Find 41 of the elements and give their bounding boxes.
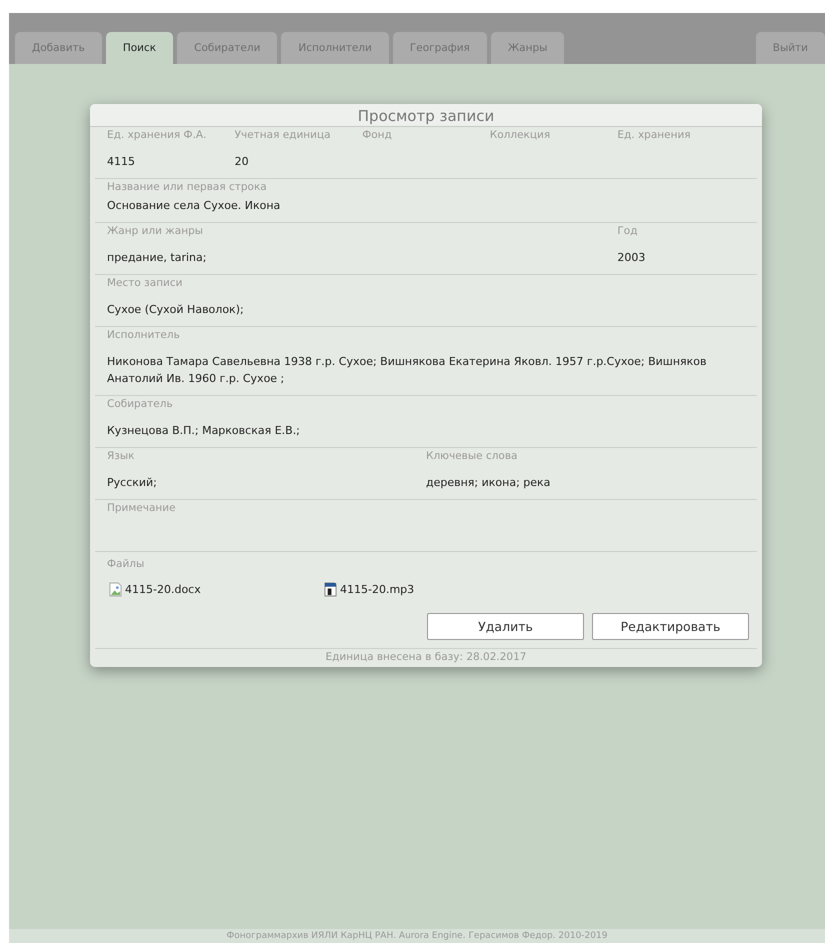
- field-value: Основание села Сухое. Икона: [107, 198, 282, 214]
- file-link[interactable]: 4115-20.mp3: [340, 583, 414, 596]
- field-value: Русский;: [107, 475, 158, 491]
- dialog-title: Просмотр записи: [90, 104, 762, 127]
- field-label: Фонд: [362, 129, 393, 141]
- field-label: Исполнитель: [107, 329, 181, 341]
- field-label: Примечание: [107, 502, 177, 514]
- field-value: Никонова Тамара Савельевна 1938 г.р. Сухое; Вишнякова Екатерина Яковл. 1957 г.р.Сухое; Вишняков Анатолий Ив. 1960 г.р. Сухое ;: [107, 354, 708, 387]
- field-value: деревня; икона; река: [426, 475, 552, 491]
- date-added-note: Единица внесена в базу: 28.02.2017: [324, 650, 528, 665]
- field-label: Ключевые слова: [426, 450, 518, 462]
- field-label: Название или первая строка: [107, 181, 268, 193]
- audio-file-icon: [324, 582, 337, 597]
- field-value: 20: [234, 154, 250, 170]
- field-label: Файлы: [107, 558, 146, 570]
- field-label: Жанр или жанры: [107, 225, 204, 237]
- field-label: Коллекция: [490, 129, 552, 141]
- nav-tab[interactable]: Добавить: [15, 32, 102, 64]
- field-label: Ед. хранения Ф.А.: [107, 129, 208, 141]
- file-link[interactable]: 4115-20.docx: [125, 583, 201, 596]
- page-footer: Фонограммархив ИЯЛИ КарНЦ РАН. Aurora Engine. Герасимов Федор. 2010-2019: [9, 929, 825, 943]
- action-button[interactable]: Редактировать: [592, 613, 749, 640]
- field-value: предание, tarina;: [107, 250, 208, 266]
- field-value: Кузнецова В.П.; Марковская Е.В.;: [107, 423, 301, 439]
- field-label: Ед. хранения: [617, 129, 692, 141]
- nav-tab[interactable]: Жанры: [490, 32, 564, 64]
- nav-tab[interactable]: География: [392, 32, 487, 64]
- field-label: Язык: [107, 450, 136, 462]
- nav-tab[interactable]: Поиск: [106, 32, 174, 64]
- field-value: Сухое (Сухой Наволок);: [107, 302, 245, 318]
- action-button[interactable]: Удалить: [427, 613, 584, 640]
- logout-tab[interactable]: Выйти: [756, 32, 825, 64]
- field-label: Место записи: [107, 277, 184, 289]
- field-label: Учетная единица: [234, 129, 332, 141]
- field-value: 2003: [617, 250, 646, 266]
- field-label: Собиратель: [107, 398, 174, 410]
- broken-image-icon: [109, 582, 122, 597]
- field-value: 4115: [107, 154, 136, 170]
- nav-tab[interactable]: Собиратели: [177, 32, 278, 64]
- nav-tab[interactable]: Исполнители: [281, 32, 389, 64]
- field-label: Год: [617, 225, 638, 237]
